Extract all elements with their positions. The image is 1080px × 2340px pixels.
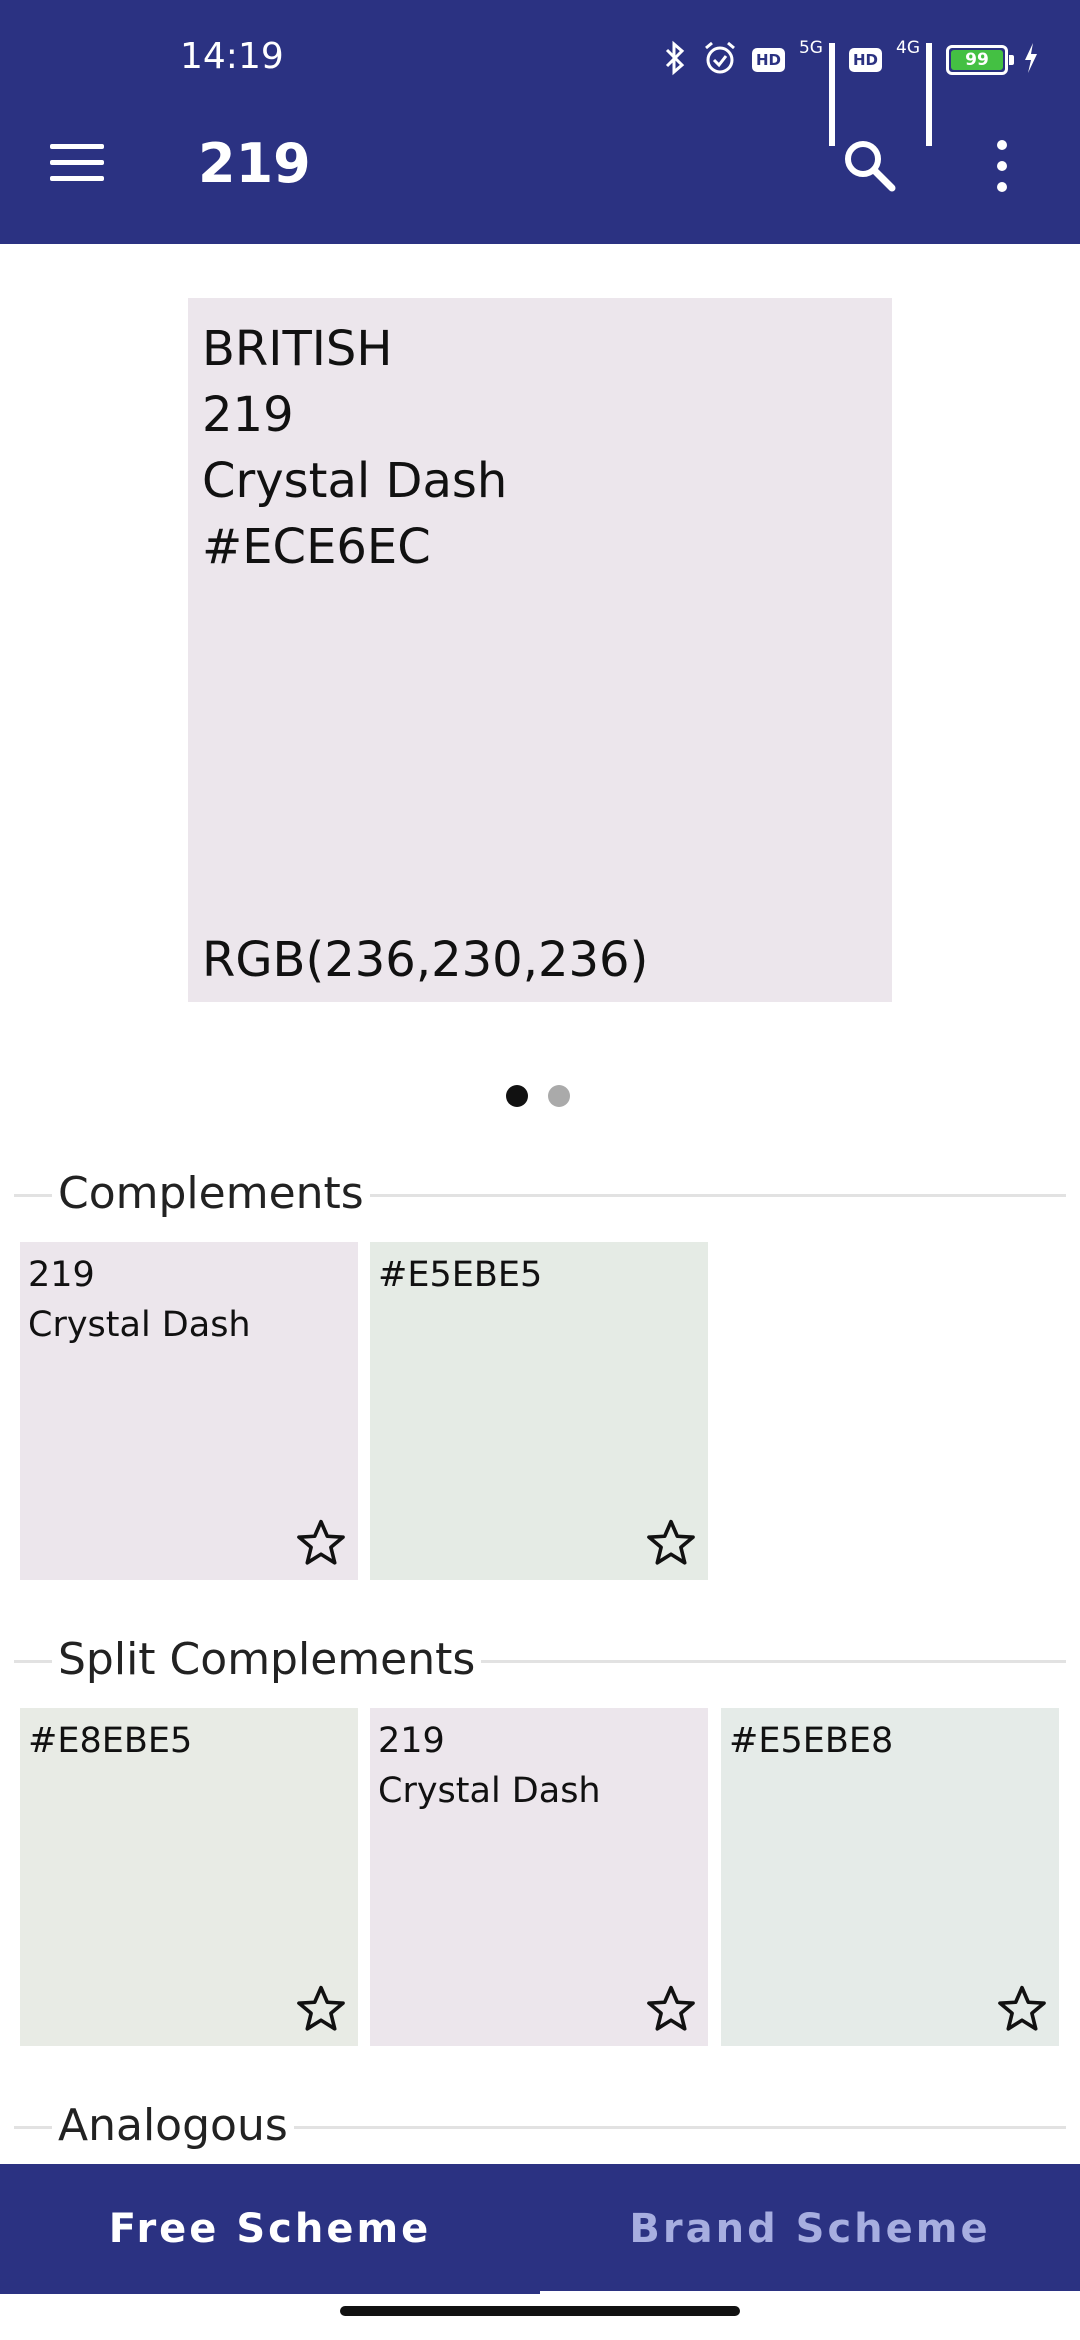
card-name: Crystal Dash — [28, 1305, 251, 1345]
battery-icon: 99 — [946, 45, 1014, 75]
bottom-nav: Free Scheme Brand Scheme — [0, 2164, 1080, 2296]
alarm-icon — [702, 40, 738, 80]
card-name: Crystal Dash — [378, 1771, 601, 1811]
card-code: #E5EBE5 — [378, 1255, 543, 1295]
bluetooth-icon — [662, 40, 688, 80]
home-indicator[interactable] — [340, 2306, 740, 2316]
card-code: #E8EBE5 — [28, 1721, 193, 1761]
pager-dot-2[interactable] — [548, 1085, 570, 1107]
color-hero-card[interactable]: BRITISH 219 Crystal Dash #ECE6EC RGB(236… — [188, 298, 892, 1002]
star-icon[interactable] — [294, 1516, 348, 1570]
more-vert-icon[interactable] — [990, 140, 1014, 196]
card-code: 219 — [28, 1255, 95, 1295]
card-code: #E5EBE8 — [729, 1721, 894, 1761]
hero-name: Crystal Dash — [202, 453, 508, 509]
complement-card-1[interactable]: 219 Crystal Dash — [20, 1242, 358, 1580]
hero-info: BRITISH 219 Crystal Dash #ECE6EC — [202, 316, 507, 580]
complement-card-2[interactable]: #E5EBE5 — [370, 1242, 708, 1580]
signal-icon-2 — [926, 43, 932, 146]
split-card-1[interactable]: #E8EBE5 — [20, 1708, 358, 2046]
network-4g-label: 4G — [896, 37, 920, 58]
hero-brand: BRITISH — [202, 321, 393, 377]
hero-code: 219 — [202, 387, 294, 443]
charging-icon — [1022, 41, 1040, 79]
split-complements-header: Split Complements — [14, 1630, 1066, 1690]
pager-dots — [506, 1085, 570, 1107]
tab-brand-scheme[interactable]: Brand Scheme — [540, 2164, 1080, 2294]
split-card-2[interactable]: 219 Crystal Dash — [370, 1708, 708, 2046]
star-icon[interactable] — [644, 1516, 698, 1570]
battery-level: 99 — [951, 50, 1003, 70]
hero-hex: #ECE6EC — [202, 519, 431, 575]
tab-free-scheme[interactable]: Free Scheme — [0, 2164, 540, 2294]
section-title: Split Complements — [52, 1630, 482, 1690]
status-time: 14:19 — [180, 36, 284, 77]
complements-header: Complements — [14, 1164, 1066, 1224]
signal-icon — [828, 43, 835, 146]
menu-icon[interactable] — [50, 144, 104, 184]
page-title: 219 — [198, 132, 311, 195]
tab-indicator — [540, 2291, 1080, 2296]
star-icon[interactable] — [294, 1982, 348, 2036]
card-code: 219 — [378, 1721, 445, 1761]
hero-rgb: RGB(236,230,236) — [202, 932, 649, 988]
star-icon[interactable] — [995, 1982, 1049, 2036]
hd-icon: HD — [751, 48, 785, 72]
network-5g-label: 5G — [798, 37, 823, 58]
section-title: Analogous — [52, 2096, 294, 2156]
analogous-header: Analogous — [14, 2096, 1066, 2156]
section-title: Complements — [52, 1164, 370, 1224]
status-icons: HD 5G HD 4G 99 — [662, 30, 1040, 146]
pager-dot-1[interactable] — [506, 1085, 528, 1107]
hd-icon-2: HD — [848, 48, 882, 72]
split-card-3[interactable]: #E5EBE8 — [721, 1708, 1059, 2046]
search-icon[interactable] — [840, 136, 900, 196]
star-icon[interactable] — [644, 1982, 698, 2036]
app-bar: 14:19 HD 5G HD 4G 99 219 — [0, 0, 1080, 244]
